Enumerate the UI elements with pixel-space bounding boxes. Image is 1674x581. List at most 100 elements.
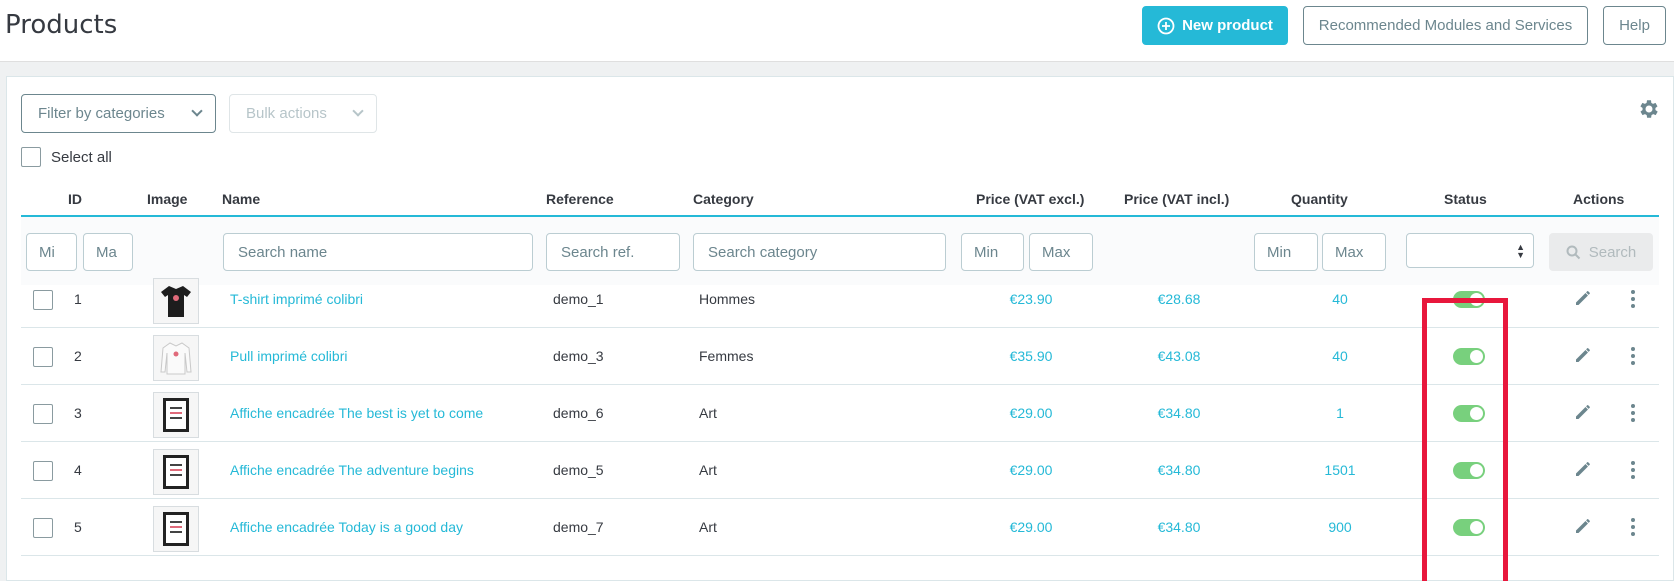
product-quantity[interactable]: 1 [1290,385,1390,441]
product-quantity[interactable]: 40 [1290,271,1390,327]
product-name-link[interactable]: Affiche encadrée Today is a good day [230,499,463,555]
bulk-actions-label: Bulk actions [246,105,327,122]
bulk-actions-dropdown[interactable]: Bulk actions [229,94,377,133]
reference-search-input[interactable]: Search ref. [546,233,680,271]
product-reference: demo_1 [553,291,604,307]
new-product-label: New product [1182,17,1273,34]
product-price-excl[interactable]: €29.00 [981,442,1081,498]
quantity-min-input[interactable]: Min [1254,233,1318,271]
product-quantity[interactable]: 40 [1290,328,1390,384]
row-checkbox[interactable] [33,461,53,481]
id-min-input[interactable]: Mi [26,233,77,271]
product-image[interactable] [153,335,199,381]
row-checkbox[interactable] [33,404,53,424]
search-icon [1566,245,1580,259]
more-vertical-icon[interactable] [1630,403,1636,423]
product-price-incl[interactable]: €34.80 [1129,385,1229,441]
help-button[interactable]: Help [1603,6,1666,45]
product-category: Art [699,405,717,421]
product-name-link[interactable]: T-shirt imprimé colibri [230,271,363,327]
product-category: Art [699,519,717,535]
pencil-icon[interactable] [1573,345,1593,365]
column-header-actions: Actions [1573,191,1625,207]
product-price-excl[interactable]: €29.00 [981,499,1081,555]
search-button[interactable]: Search [1549,233,1653,271]
product-name-link[interactable]: Affiche encadrée The best is yet to come [230,385,483,441]
quantity-max-input[interactable]: Max [1322,233,1386,271]
page-title: Products [5,10,118,40]
product-price-incl[interactable]: €34.80 [1129,442,1229,498]
status-filter-select[interactable]: ▲ ▼ [1406,233,1534,268]
row-checkbox[interactable] [33,290,53,310]
column-header-price-excl[interactable]: Price (VAT excl.) [976,191,1084,207]
chevron-down-icon [191,105,203,117]
product-category: Art [699,462,717,478]
product-price-excl[interactable]: €23.90 [981,271,1081,327]
product-price-excl[interactable]: €29.00 [981,385,1081,441]
product-id: 1 [74,291,82,307]
more-vertical-icon[interactable] [1630,517,1636,537]
product-quantity[interactable]: 900 [1290,499,1390,555]
product-reference: demo_3 [553,348,604,364]
product-id: 2 [74,348,82,364]
table-row: 2 Pull imprimé colibri demo_3 Femmes €35.90 €… [21,328,1659,385]
column-header-category[interactable]: Category [693,191,754,207]
pencil-icon[interactable] [1573,288,1593,308]
column-header-image: Image [147,191,188,207]
price-min-input[interactable]: Min [961,233,1024,271]
recommended-modules-button[interactable]: Recommended Modules and Services [1303,6,1588,45]
product-price-excl[interactable]: €35.90 [981,328,1081,384]
column-header-status[interactable]: Status [1444,191,1487,207]
column-header-reference[interactable]: Reference [546,191,614,207]
product-reference: demo_5 [553,462,604,478]
price-max-input[interactable]: Max [1029,233,1093,271]
column-header-quantity[interactable]: Quantity [1291,191,1348,207]
product-name-link[interactable]: Pull imprimé colibri [230,328,347,384]
search-button-label: Search [1588,243,1637,261]
product-price-incl[interactable]: €28.68 [1129,271,1229,327]
page-header: Products New product Recommended Modules… [0,0,1674,62]
id-max-input[interactable]: Ma [83,233,133,271]
pencil-icon[interactable] [1573,516,1593,536]
select-all[interactable]: Select all [21,147,112,167]
gear-icon[interactable] [1637,97,1661,121]
product-id: 3 [74,405,82,421]
product-image[interactable] [153,392,199,438]
column-header-name[interactable]: Name [222,191,260,207]
select-all-label: Select all [51,148,112,166]
table-row: 4 Affiche encadrée The adventure begins de… [21,442,1659,499]
product-name-link[interactable]: Affiche encadrée The adventure begins [230,442,474,498]
plus-circle-icon [1157,17,1175,34]
product-reference: demo_7 [553,519,604,535]
status-column-highlight [1422,298,1508,581]
filter-categories-label: Filter by categories [38,105,165,122]
name-search-input[interactable]: Search name [223,233,533,271]
pencil-icon[interactable] [1573,402,1593,422]
product-quantity[interactable]: 1501 [1290,442,1390,498]
row-checkbox[interactable] [33,518,53,538]
product-image[interactable] [153,278,199,324]
product-reference: demo_6 [553,405,604,421]
more-vertical-icon[interactable] [1630,346,1636,366]
product-id: 4 [74,462,82,478]
chevron-down-icon [352,105,364,117]
column-header-id[interactable]: ID [68,191,82,207]
category-search-input[interactable]: Search category [693,233,946,271]
more-vertical-icon[interactable] [1630,289,1636,309]
select-arrows-icon: ▲ ▼ [1516,242,1525,260]
new-product-button[interactable]: New product [1142,6,1288,45]
filter-categories-dropdown[interactable]: Filter by categories [21,94,216,133]
product-id: 5 [74,519,82,535]
table-row: 1 T-shirt imprimé colibri demo_1 Hommes €23.… [21,271,1659,328]
table-row: 5 Affiche encadrée Today is a good day dem… [21,499,1659,556]
more-vertical-icon[interactable] [1630,460,1636,480]
product-image[interactable] [153,449,199,495]
product-image[interactable] [153,506,199,552]
pencil-icon[interactable] [1573,459,1593,479]
table-row: 3 Affiche encadrée The best is yet to com… [21,385,1659,442]
product-price-incl[interactable]: €34.80 [1129,499,1229,555]
row-checkbox[interactable] [33,347,53,367]
select-all-checkbox[interactable] [21,147,41,167]
product-price-incl[interactable]: €43.08 [1129,328,1229,384]
column-header-price-incl[interactable]: Price (VAT incl.) [1124,191,1229,207]
